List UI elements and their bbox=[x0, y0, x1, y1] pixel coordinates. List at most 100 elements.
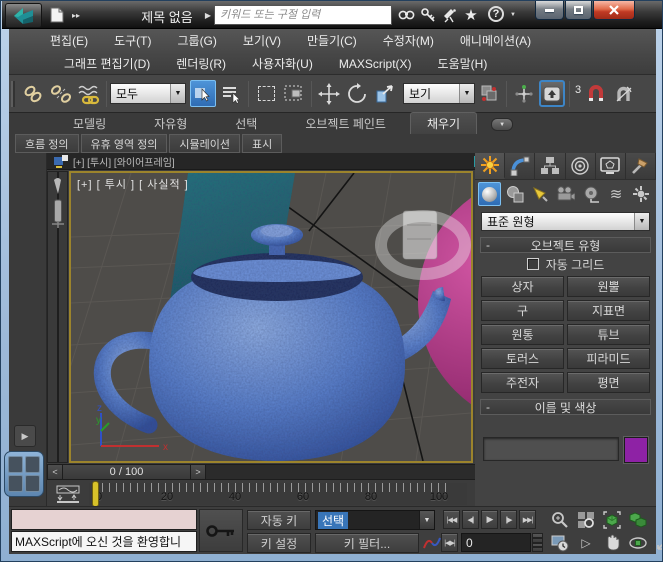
panel-idle-area-definition[interactable]: 유휴 영역 정의 bbox=[80, 134, 168, 153]
category-space-warps[interactable]: ≋ bbox=[605, 182, 628, 206]
window-crossing-toggle-icon[interactable] bbox=[281, 80, 307, 107]
ribbon-tab-modeling[interactable]: 모델링 bbox=[49, 113, 130, 134]
tab-display[interactable] bbox=[595, 153, 626, 179]
select-by-name-icon[interactable] bbox=[218, 80, 244, 107]
rectangular-selection-region-icon[interactable] bbox=[253, 80, 279, 107]
tab-motion[interactable] bbox=[565, 153, 596, 179]
maxscript-listener-field[interactable]: MAXScript에 오신 것을 환영합니 bbox=[11, 531, 197, 552]
time-slider-track[interactable] bbox=[206, 465, 480, 479]
current-frame-field[interactable]: 0 bbox=[461, 533, 531, 552]
application-menu-button[interactable] bbox=[5, 3, 42, 28]
tab-hierarchy[interactable] bbox=[535, 153, 566, 179]
button-cone[interactable]: 원뿔 bbox=[567, 276, 650, 297]
go-to-end-button[interactable]: ▶▶| bbox=[519, 510, 536, 529]
reference-coordinate-dropdown[interactable]: 보기 ▼ bbox=[403, 83, 475, 104]
ribbon-tab-selection[interactable]: 선택 bbox=[211, 113, 281, 134]
new-scene-icon[interactable] bbox=[47, 4, 67, 26]
panel-simulation[interactable]: 시뮬레이션 bbox=[169, 134, 240, 153]
auto-key-button[interactable]: 자동 키 bbox=[247, 510, 311, 530]
help-icon[interactable]: ? bbox=[488, 6, 504, 22]
autogrid-checkbox[interactable] bbox=[526, 258, 539, 270]
button-geosphere[interactable]: 지표면 bbox=[567, 300, 650, 321]
unlink-selection-icon[interactable] bbox=[48, 80, 74, 107]
button-teapot[interactable]: 주전자 bbox=[481, 372, 564, 393]
panel-flow-definition[interactable]: 흐름 정의 bbox=[15, 134, 79, 153]
menu-animation[interactable]: 애니메이션(A) bbox=[447, 32, 544, 49]
menu-edit[interactable]: 편집(E) bbox=[37, 32, 101, 49]
panel-display[interactable]: 표시 bbox=[242, 134, 283, 153]
autodesk-account-key-icon[interactable] bbox=[418, 5, 438, 25]
play-button[interactable]: ▶ bbox=[481, 510, 498, 529]
spinner-down-icon[interactable] bbox=[532, 542, 543, 552]
search-history-arrow-icon[interactable]: ▶ bbox=[202, 4, 214, 26]
menu-views[interactable]: 보기(V) bbox=[230, 32, 294, 49]
button-plane[interactable]: 평면 bbox=[567, 372, 650, 393]
favorites-star-icon[interactable]: ★ bbox=[461, 5, 481, 25]
perspective-viewport[interactable]: [+] [ 투시 ] [ 사실적 ] z y x bbox=[40, 171, 662, 463]
tab-create[interactable] bbox=[475, 153, 506, 179]
menu-tools[interactable]: 도구(T) bbox=[101, 32, 164, 49]
viewport-label[interactable]: [+] [ 투시 ] [ 사실적 ] bbox=[77, 176, 189, 192]
close-button[interactable] bbox=[593, 1, 635, 20]
track-bar[interactable]: 0 20 40 60 80 100 bbox=[89, 481, 467, 507]
zoom-icon[interactable] bbox=[549, 510, 571, 529]
ribbon-tab-populate[interactable]: 채우기 bbox=[409, 112, 478, 134]
menu-modifiers[interactable]: 수정자(M) bbox=[370, 32, 447, 49]
button-cylinder[interactable]: 원통 bbox=[481, 324, 564, 345]
select-and-move-icon[interactable] bbox=[316, 80, 342, 107]
frame-spinner[interactable] bbox=[532, 533, 543, 552]
menu-customize[interactable]: 사용자화(U) bbox=[239, 55, 326, 72]
button-sphere[interactable]: 구 bbox=[481, 300, 564, 321]
orbit-icon[interactable] bbox=[627, 533, 649, 552]
category-lights[interactable] bbox=[529, 182, 552, 206]
button-box[interactable]: 상자 bbox=[481, 276, 564, 297]
angle-snap-toggle-icon[interactable] bbox=[611, 80, 637, 107]
time-slider-next-button[interactable]: > bbox=[191, 465, 206, 479]
select-object-button[interactable] bbox=[190, 80, 216, 107]
bind-to-space-warp-icon[interactable] bbox=[76, 80, 102, 107]
menu-help[interactable]: 도움말(H) bbox=[425, 55, 501, 72]
select-and-manipulate-icon[interactable] bbox=[511, 80, 537, 107]
category-cameras[interactable] bbox=[554, 182, 577, 206]
pan-hand-icon[interactable] bbox=[601, 533, 623, 552]
category-shapes[interactable] bbox=[503, 182, 526, 206]
maximize-viewport-toggle-icon[interactable] bbox=[653, 533, 662, 552]
key-mode-toggle-button[interactable]: |◀▶| bbox=[441, 533, 458, 552]
zoom-extents-icon[interactable] bbox=[601, 510, 623, 529]
object-color-swatch[interactable] bbox=[624, 437, 648, 463]
selection-filter-dropdown[interactable]: 모두 ▼ bbox=[110, 83, 186, 104]
collapsed-viewport-left[interactable] bbox=[47, 171, 68, 463]
maxscript-macro-recorder-field[interactable] bbox=[11, 509, 197, 530]
toolbar-grip[interactable] bbox=[11, 80, 15, 107]
go-to-start-button[interactable]: |◀◀ bbox=[443, 510, 460, 529]
open-mini-curve-editor-icon[interactable] bbox=[55, 485, 81, 503]
category-systems[interactable] bbox=[630, 182, 653, 206]
rollout-object-type[interactable]: - 오브젝트 유형 bbox=[480, 237, 651, 253]
category-geometry[interactable] bbox=[478, 182, 502, 206]
time-configuration-icon[interactable] bbox=[549, 533, 571, 552]
communication-center-icon[interactable] bbox=[440, 5, 460, 25]
spinner-up-icon[interactable] bbox=[532, 533, 543, 543]
keyboard-shortcut-override-toggle[interactable] bbox=[539, 80, 565, 107]
collapsed-viewport-top[interactable]: [+] [투시] [와이어프레임] bbox=[47, 153, 481, 170]
zoom-extents-all-icon[interactable] bbox=[627, 510, 649, 529]
menu-rendering[interactable]: 렌더링(R) bbox=[163, 55, 239, 72]
use-pivot-point-icon[interactable] bbox=[476, 80, 502, 107]
tab-utilities[interactable] bbox=[625, 153, 657, 179]
button-tube[interactable]: 튜브 bbox=[567, 324, 650, 345]
time-slider-handle[interactable]: 0 / 100 bbox=[63, 465, 191, 479]
time-caret[interactable] bbox=[92, 481, 99, 507]
menu-group[interactable]: 그룹(G) bbox=[164, 32, 229, 49]
selection-lock-toggle[interactable] bbox=[199, 509, 243, 552]
field-of-view-icon[interactable]: ▷ bbox=[575, 533, 597, 552]
set-key-button[interactable]: 키 설정 bbox=[247, 533, 311, 553]
category-helpers[interactable] bbox=[579, 182, 602, 206]
minimize-button[interactable] bbox=[535, 1, 564, 20]
button-torus[interactable]: 토러스 bbox=[481, 348, 564, 369]
select-and-scale-icon[interactable] bbox=[372, 80, 398, 107]
next-frame-button[interactable]: ||▶ bbox=[500, 510, 517, 529]
viewport-layout-expand-button[interactable]: ▶ bbox=[14, 425, 36, 447]
ribbon-tab-object-paint[interactable]: 오브젝트 페인트 bbox=[281, 113, 410, 134]
button-pyramid[interactable]: 피라미드 bbox=[567, 348, 650, 369]
default-in-out-tangents-icon[interactable] bbox=[423, 535, 441, 551]
